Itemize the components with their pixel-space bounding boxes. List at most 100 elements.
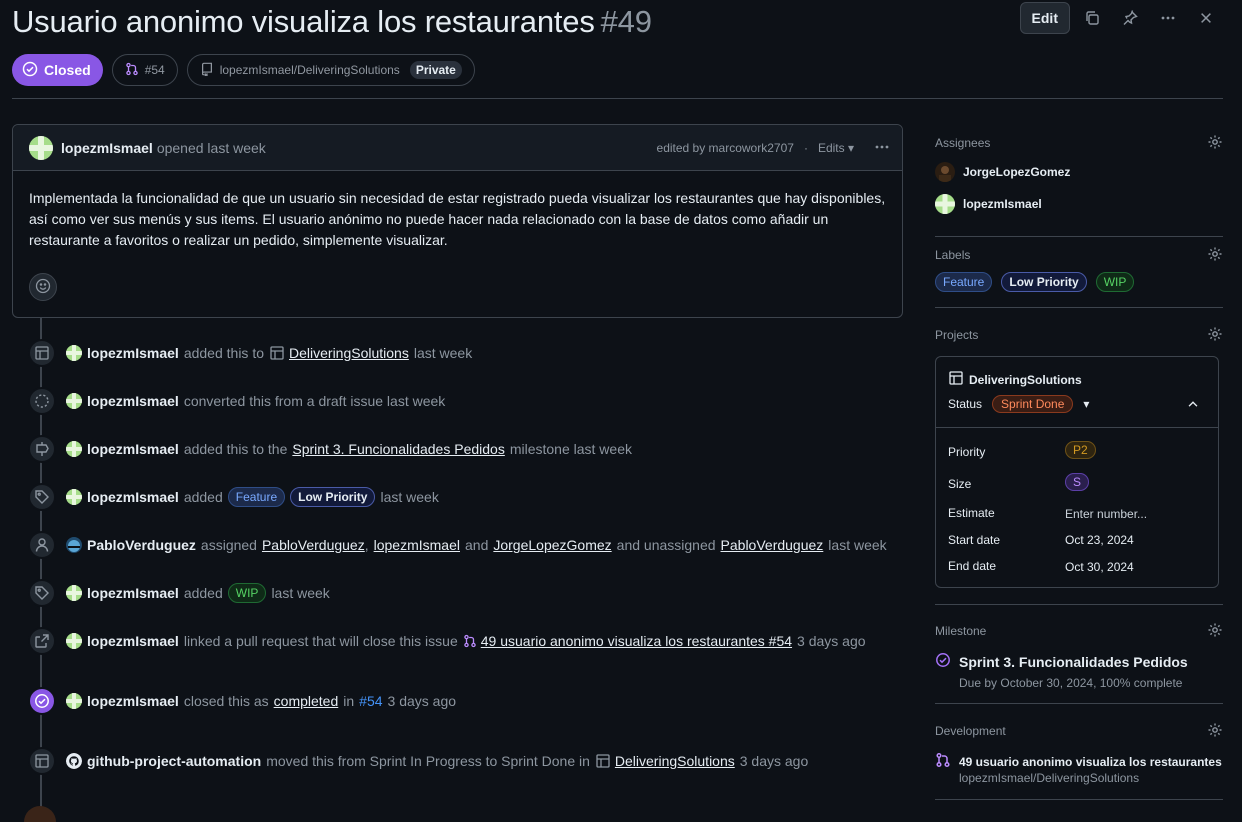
estimate-input[interactable]: Enter number...	[1065, 507, 1147, 521]
header-divider	[12, 98, 1223, 99]
project-name: DeliveringSolutions	[969, 372, 1082, 387]
development-pr-item[interactable]: 49 usuario anonimo visualiza los restaur…	[935, 752, 1223, 771]
development-heading: Development	[935, 724, 1006, 738]
completed-link[interactable]: completed	[274, 693, 339, 709]
project-link[interactable]: DeliveringSolutions	[289, 345, 409, 361]
draft-issue-icon	[28, 387, 56, 415]
label-feature[interactable]: Feature	[935, 272, 993, 292]
pull-request-link[interactable]: 49 usuario anonimo visualiza los restaur…	[481, 633, 792, 649]
event-actor[interactable]: lopezmIsmael	[87, 489, 179, 505]
avatar[interactable]	[66, 345, 82, 361]
avatar[interactable]	[66, 585, 82, 601]
user-link[interactable]: JorgeLopezGomez	[493, 537, 611, 553]
event-text: converted this from a draft issue last w…	[183, 393, 446, 409]
edits-label: Edits	[817, 141, 845, 155]
label-wip[interactable]: WIP	[1095, 272, 1135, 292]
timeline-event: PabloVerduguez assigned PabloVerduguez, …	[28, 531, 887, 559]
user-link[interactable]: PabloVerduguez	[721, 537, 824, 553]
gear-icon[interactable]	[1207, 246, 1223, 265]
project-table-icon	[269, 345, 285, 361]
project-link[interactable]: DeliveringSolutions	[615, 753, 735, 769]
event-text: in	[343, 693, 355, 709]
event-actor[interactable]: lopezmIsmael	[87, 585, 179, 601]
assignee-item[interactable]: lopezmIsmael	[935, 194, 1223, 214]
event-actor[interactable]: lopezmIsmael	[87, 633, 179, 649]
issue-title: Usuario anonimo visualiza los restaurant…	[12, 4, 652, 40]
github-icon[interactable]	[66, 753, 82, 769]
avatar[interactable]	[66, 489, 82, 505]
label-feature[interactable]: Feature	[227, 487, 286, 507]
project-title-row[interactable]: DeliveringSolutions	[948, 370, 1082, 389]
linked-pr-pill[interactable]: #54	[111, 54, 178, 86]
development-pr-title: 49 usuario anonimo visualiza los restaur…	[959, 754, 1222, 769]
assignee-name: lopezmIsmael	[963, 197, 1042, 211]
label-low-priority[interactable]: Low Priority	[290, 487, 376, 507]
label-wip[interactable]: WIP	[227, 583, 267, 603]
kebab-menu-icon[interactable]	[1152, 2, 1184, 34]
event-actor[interactable]: lopezmIsmael	[87, 393, 179, 409]
avatar[interactable]	[66, 693, 82, 709]
start-date-value[interactable]: Oct 23, 2024	[1065, 533, 1134, 547]
event-text: and unassigned	[616, 537, 716, 553]
comment-author[interactable]: lopezmIsmael	[61, 140, 153, 156]
issue-body-comment: lopezmIsmael opened last week edited by …	[12, 124, 903, 318]
comma: ,	[364, 537, 369, 553]
field-key: Start date	[948, 533, 1001, 547]
event-actor[interactable]: lopezmIsmael	[87, 345, 179, 361]
avatar[interactable]	[29, 135, 53, 160]
status-chevron-down-icon[interactable]: ▾	[1083, 397, 1089, 411]
milestone-link[interactable]: Sprint 3. Funcionalidades Pedidos	[292, 441, 504, 457]
event-text: closed this as	[183, 693, 269, 709]
field-key: Estimate	[948, 506, 995, 520]
assignees-section: Assignees	[935, 134, 1223, 150]
status-badge[interactable]: Sprint Done	[992, 395, 1074, 413]
closed-state-badge: Closed	[12, 54, 103, 86]
end-date-value[interactable]: Oct 30, 2024	[1065, 560, 1134, 574]
milestone-heading: Milestone	[935, 624, 987, 638]
pin-icon[interactable]	[1114, 2, 1146, 34]
event-actor[interactable]: github-project-automation	[87, 753, 261, 769]
timeline-event: lopezmIsmael converted this from a draft…	[28, 387, 445, 415]
assignee-item[interactable]: JorgeLopezGomez	[935, 162, 1223, 182]
sidebar-divider	[935, 236, 1223, 237]
field-key: End date	[948, 559, 997, 573]
field-key: Size	[948, 477, 972, 491]
status-key: Status	[948, 397, 983, 411]
avatar[interactable]	[66, 393, 82, 409]
pr-number-link[interactable]: #54	[359, 693, 382, 709]
milestone-icon	[28, 435, 56, 463]
avatar[interactable]	[66, 441, 82, 457]
repo-pill[interactable]: lopezmIsmael/DeliveringSolutions Private	[186, 54, 475, 86]
gear-icon[interactable]	[1207, 326, 1223, 345]
chevron-up-icon[interactable]	[1186, 397, 1200, 414]
gear-icon[interactable]	[1207, 134, 1223, 153]
comment-kebab-icon[interactable]	[874, 139, 890, 158]
priority-badge[interactable]: P2	[1065, 441, 1096, 459]
event-actor[interactable]: lopezmIsmael	[87, 441, 179, 457]
gear-icon[interactable]	[1207, 622, 1223, 641]
size-badge[interactable]: S	[1065, 473, 1090, 491]
label-low-priority[interactable]: Low Priority	[1001, 272, 1087, 292]
edit-button[interactable]: Edit	[1019, 2, 1070, 34]
add-reaction-button[interactable]	[29, 273, 57, 301]
avatar[interactable]	[24, 806, 56, 822]
milestone-item[interactable]: Sprint 3. Funcionalidades Pedidos	[935, 652, 1223, 671]
copy-icon[interactable]	[1076, 2, 1108, 34]
user-link[interactable]: PabloVerduguez	[262, 537, 365, 553]
event-actor[interactable]: lopezmIsmael	[87, 693, 179, 709]
event-text: assigned	[200, 537, 257, 553]
timeline-event: lopezmIsmael added this to DeliveringSol…	[28, 339, 472, 367]
edits-dropdown[interactable]: Edits ▾	[818, 141, 854, 155]
close-icon[interactable]	[1190, 2, 1222, 34]
avatar[interactable]	[66, 633, 82, 649]
pull-request-icon	[463, 634, 477, 648]
sidebar-divider	[935, 703, 1223, 704]
event-actor[interactable]: PabloVerduguez	[87, 537, 196, 553]
gear-icon[interactable]	[1207, 722, 1223, 741]
comment-timestamp[interactable]: opened last week	[157, 140, 266, 156]
avatar[interactable]	[66, 537, 82, 553]
projects-section: Projects	[935, 326, 1223, 342]
milestone-section: Milestone	[935, 622, 1223, 638]
sidebar-divider	[935, 799, 1223, 800]
user-link[interactable]: lopezmIsmael	[374, 537, 460, 553]
